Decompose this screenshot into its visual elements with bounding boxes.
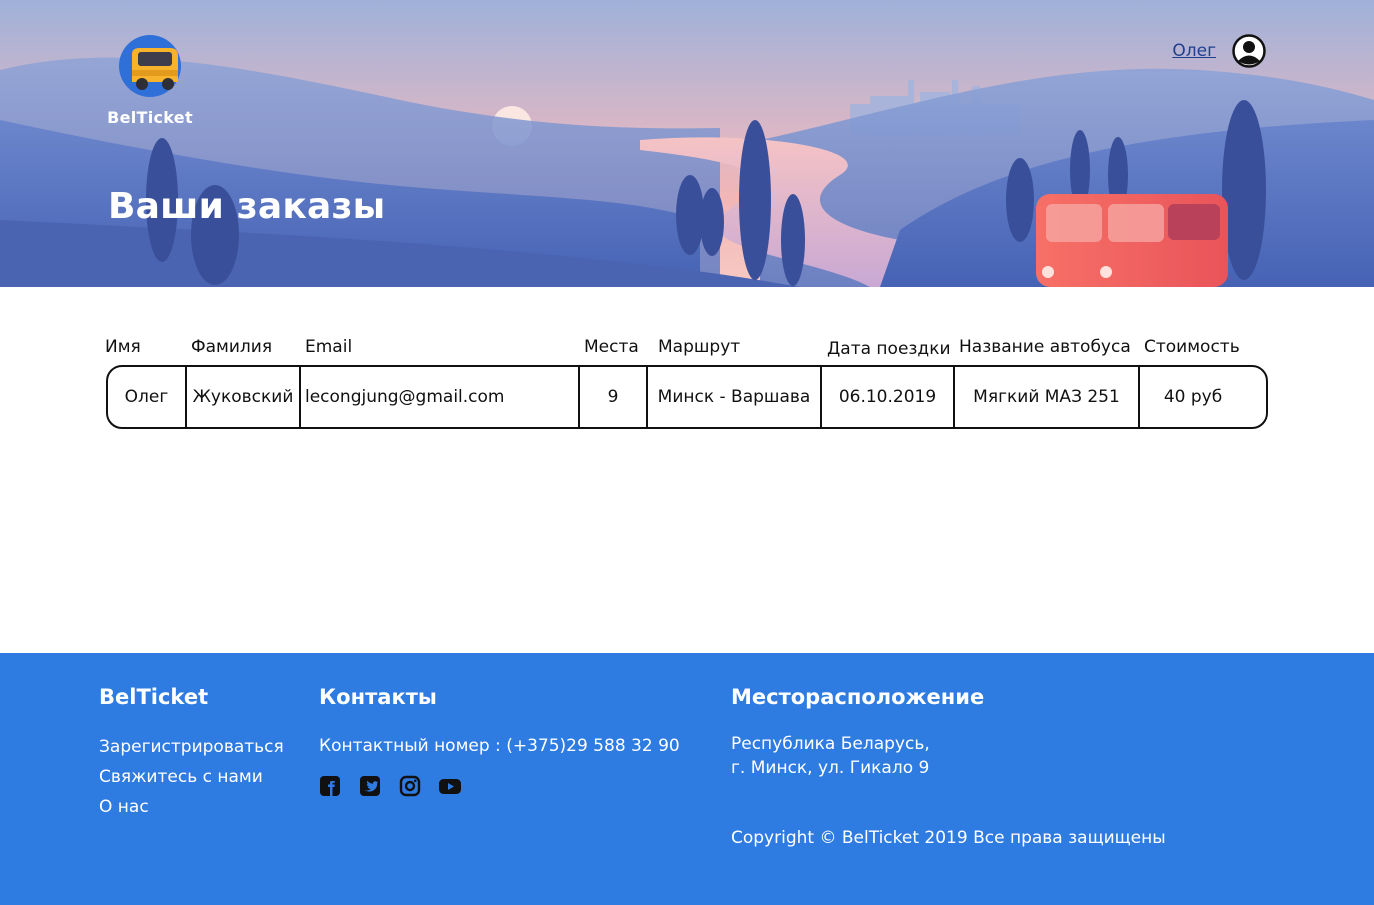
address-line-1: Республика Беларусь, (731, 734, 930, 754)
landscape-illustration (0, 0, 1374, 287)
social-links (319, 775, 461, 797)
cell-bus-name: Мягкий МАЗ 251 (973, 387, 1120, 407)
cell-date: 06.10.2019 (838, 387, 937, 407)
footer: BelTicket Зарегистрироваться Свяжитесь с… (0, 653, 1374, 905)
column-header-price: Стоимость (1144, 337, 1240, 357)
column-header-bus: Название автобуса (959, 337, 1131, 357)
footer-link-about[interactable]: О нас (99, 797, 149, 817)
address-line-2: г. Минск, ул. Гикало 9 (731, 758, 930, 778)
brand-name: BelTicket (107, 108, 193, 127)
location-title: Месторасположение (731, 685, 985, 709)
column-header-seats: Места (584, 337, 639, 357)
cell-price: 40 руб (1163, 387, 1223, 407)
cell-seats: 9 (607, 387, 619, 407)
hero-banner: BelTicket Олег Ваши заказы (0, 0, 1374, 287)
cell-email: lecongjung@gmail.com (305, 387, 505, 407)
footer-brand: BelTicket (99, 685, 209, 709)
copyright: Copyright © BelTicket 2019 Все права защ… (731, 828, 1166, 848)
cell-route: Минск - Варшава (657, 387, 811, 407)
column-header-name: Имя (105, 337, 141, 357)
page-title: Ваши заказы (108, 186, 386, 227)
column-header-email: Email (305, 337, 353, 357)
column-header-surname: Фамилия (191, 337, 273, 357)
contacts-title: Контакты (319, 685, 437, 709)
table-row[interactable]: Олег Жуковский lecongjung@gmail.com 9 Ми… (106, 365, 1268, 429)
column-header-route: Маршрут (658, 337, 741, 357)
brand-logo[interactable]: BelTicket (104, 34, 196, 127)
column-header-date: Дата поездки (827, 339, 951, 359)
footer-link-contact-us[interactable]: Свяжитесь с нами (99, 767, 263, 787)
facebook-icon[interactable] (319, 775, 341, 797)
twitter-icon[interactable] (359, 775, 381, 797)
cell-last-name: Жуковский (192, 387, 294, 407)
contact-phone: Контактный номер : (+375)29 588 32 90 (319, 736, 680, 756)
cell-divider (299, 367, 301, 427)
user-name-link[interactable]: Олег (1172, 41, 1216, 61)
instagram-icon[interactable] (399, 775, 421, 797)
youtube-icon[interactable] (439, 775, 461, 797)
bus-logo-icon (119, 35, 181, 97)
user-avatar-icon[interactable] (1232, 34, 1266, 68)
cell-first-name: Олег (124, 387, 169, 407)
footer-link-register[interactable]: Зарегистрироваться (99, 737, 284, 757)
user-menu: Олег (1172, 34, 1266, 68)
orders-section: Имя Фамилия Email Места Маршрут Дата пое… (0, 287, 1374, 653)
